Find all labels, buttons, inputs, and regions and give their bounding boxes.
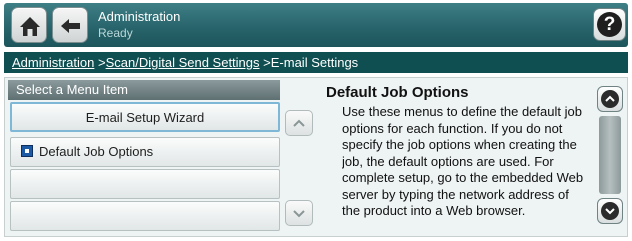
chevron-down-icon xyxy=(293,210,305,218)
list-scroll-down-button[interactable] xyxy=(285,200,313,226)
breadcrumb-link-administration[interactable]: Administration xyxy=(12,55,94,70)
status-text: Ready xyxy=(98,26,133,40)
title-bar: Administration Ready ? xyxy=(4,3,628,47)
menu-item-label: Default Job Options xyxy=(39,144,154,159)
detail-scroll-down-button[interactable] xyxy=(597,198,623,224)
breadcrumb-current: E-mail Settings xyxy=(270,55,359,70)
menu-item-default-job-options[interactable]: Default Job Options xyxy=(10,137,280,167)
chevron-up-icon xyxy=(293,119,305,127)
breadcrumb-separator: > xyxy=(259,55,271,70)
breadcrumb-link-scan-settings[interactable]: Scan/Digital Send Settings xyxy=(106,55,260,70)
control-panel-screen: Administration Ready ? Administration >S… xyxy=(0,0,632,241)
breadcrumb: Administration >Scan/Digital Send Settin… xyxy=(4,52,628,73)
detail-title: Default Job Options xyxy=(326,84,469,101)
folder-square-icon xyxy=(21,145,33,157)
menu-item-email-setup-wizard[interactable]: E-mail Setup Wizard xyxy=(10,102,280,132)
home-icon xyxy=(20,17,40,36)
app-title: Administration xyxy=(98,9,181,24)
menu-item-empty xyxy=(10,169,280,199)
help-icon: ? xyxy=(597,12,622,37)
menu-item-empty xyxy=(10,201,280,231)
help-button[interactable]: ? xyxy=(593,8,626,41)
back-arrow-icon xyxy=(61,19,80,33)
chevron-up-icon xyxy=(601,90,619,108)
breadcrumb-separator: > xyxy=(94,55,106,70)
back-button[interactable] xyxy=(52,7,88,43)
list-scroll-up-button[interactable] xyxy=(285,110,313,136)
chevron-down-icon xyxy=(601,202,619,220)
menu-item-label: E-mail Setup Wizard xyxy=(85,110,205,125)
detail-description: Use these menus to define the default jo… xyxy=(342,104,584,218)
detail-scroll-up-button[interactable] xyxy=(597,86,623,112)
menu-list-header: Select a Menu Item xyxy=(8,80,280,100)
detail-scrollbar-thumb[interactable] xyxy=(599,116,621,194)
home-button[interactable] xyxy=(11,7,47,43)
